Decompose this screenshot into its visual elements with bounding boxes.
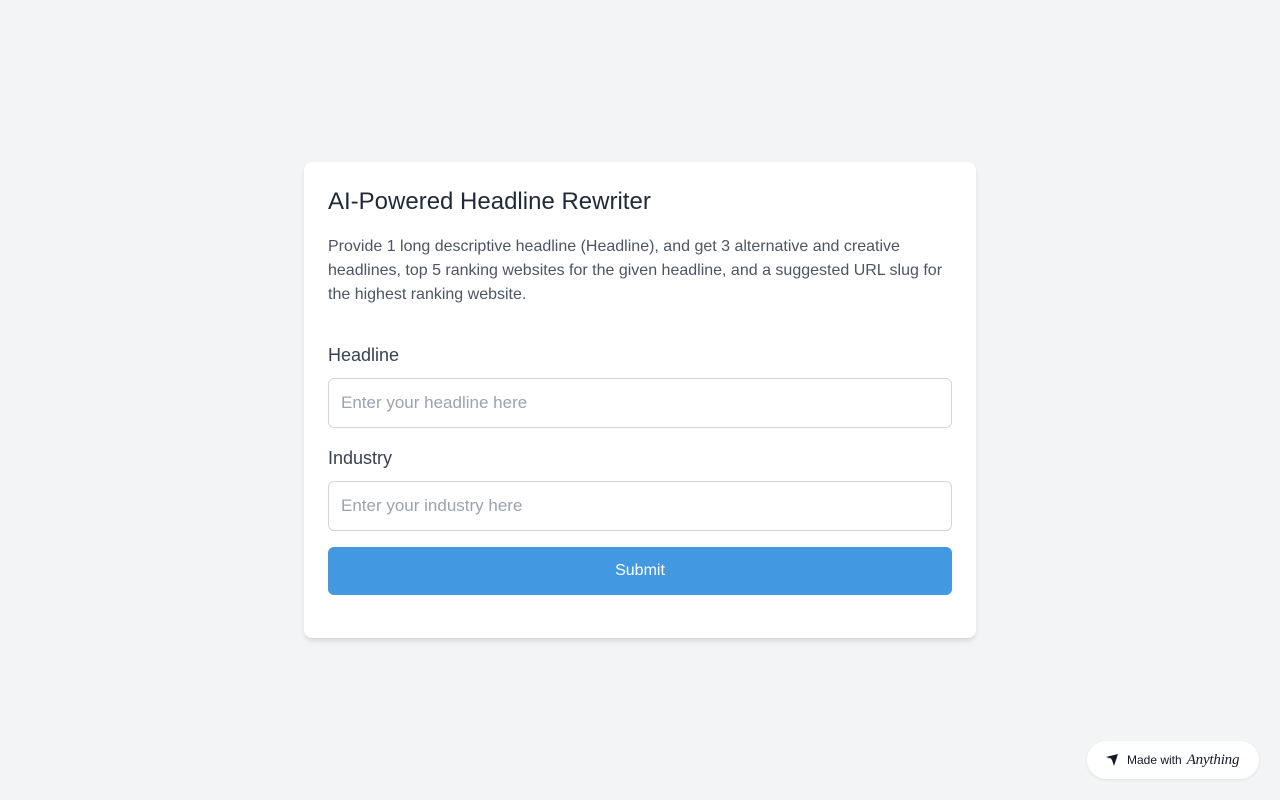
industry-input[interactable] [328, 481, 952, 531]
submit-button[interactable]: Submit [328, 547, 952, 595]
headline-label: Headline [328, 345, 400, 365]
anything-logo-icon [1105, 753, 1119, 767]
headline-input[interactable] [328, 378, 952, 428]
industry-label: Industry [328, 448, 393, 468]
badge-text: Made with [1127, 753, 1182, 767]
badge-brand: Anything [1186, 751, 1240, 768]
page-title: AI-Powered Headline Rewriter [328, 188, 651, 215]
headline-rewriter-card: AI-Powered Headline Rewriter Provide 1 l… [304, 162, 976, 638]
made-with-anything-badge[interactable]: Made with Anything [1087, 741, 1259, 779]
page-description: Provide 1 long descriptive headline (Hea… [328, 238, 943, 303]
